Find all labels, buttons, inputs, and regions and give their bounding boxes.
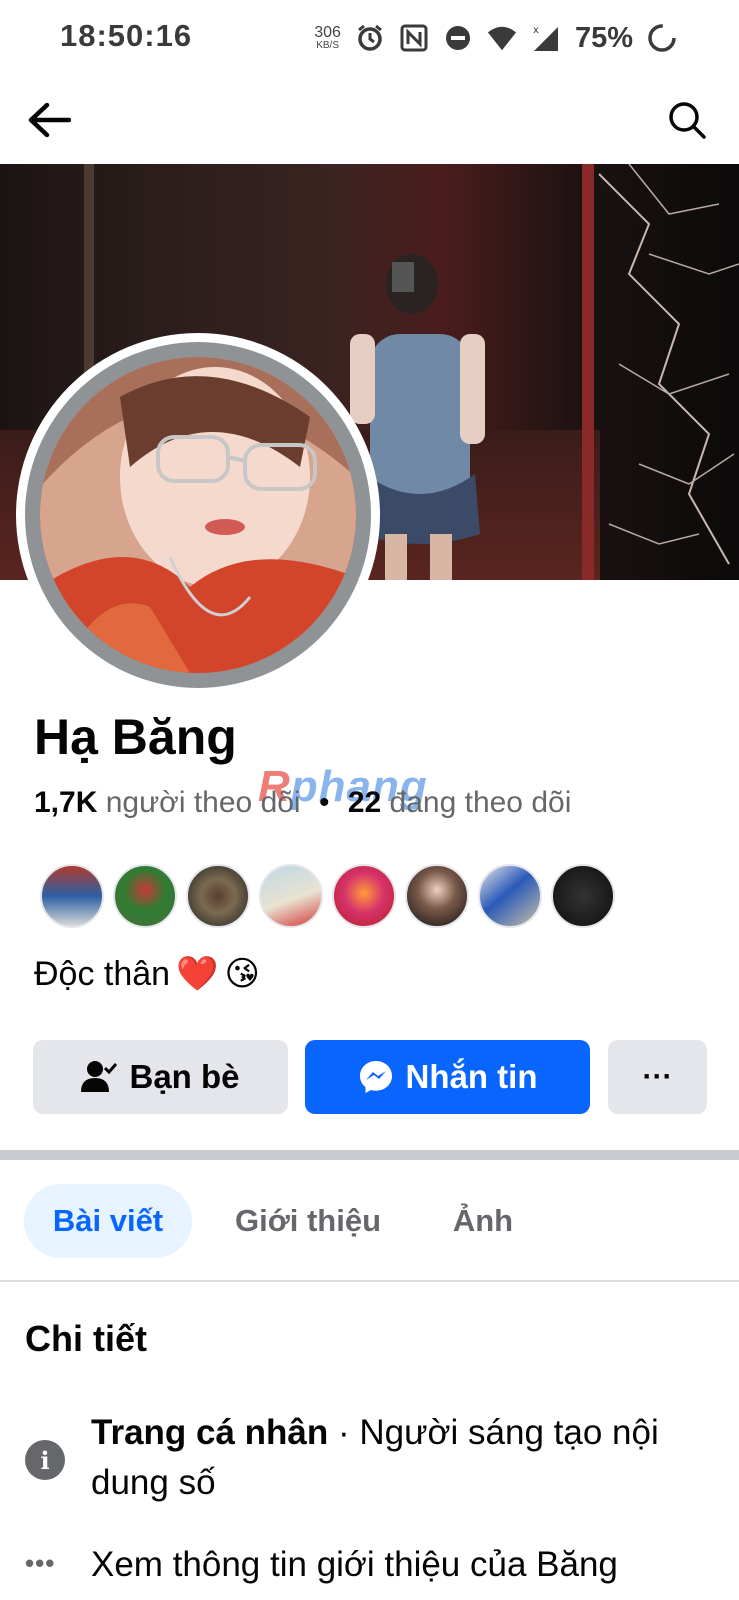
search-icon <box>669 102 706 139</box>
tab-about[interactable]: Giới thiệu <box>218 1184 398 1258</box>
tab-posts[interactable]: Bài viết <box>24 1184 192 1258</box>
battery-icon <box>647 23 677 53</box>
arrow-left-icon <box>28 102 71 138</box>
battery-percent: 75% <box>574 21 633 54</box>
cover-branches <box>598 164 739 565</box>
alarm-icon <box>355 23 385 53</box>
page-type-bold: Trang cá nhân <box>91 1413 329 1452</box>
wifi-icon <box>487 23 517 53</box>
kiss-emoji: 😘 <box>224 955 260 993</box>
more-horizontal-icon: ••• <box>25 1548 56 1578</box>
more-dots-icon: ··· <box>642 1060 673 1093</box>
svg-text:x: x <box>533 25 539 36</box>
cover-pole-left <box>84 164 94 374</box>
do-not-disturb-icon <box>443 23 473 53</box>
message-button-label: Nhắn tin <box>405 1058 538 1095</box>
avatar-illustration <box>40 357 356 673</box>
friend-check-icon <box>81 1061 118 1092</box>
friend-avatar-2[interactable] <box>113 864 177 928</box>
profile-avatar[interactable] <box>16 333 380 697</box>
tab-photos[interactable]: Ảnh <box>438 1184 528 1258</box>
status-bar: 18:50:16 306 KB/S x 75% <box>0 0 739 76</box>
friend-avatar-4[interactable] <box>259 864 323 928</box>
profile-tabs: Bài viết Giới thiệu Ảnh <box>0 1160 739 1280</box>
more-options-button[interactable]: ··· <box>608 1040 707 1114</box>
friends-button-label: Bạn bè <box>129 1058 240 1095</box>
status-icons: 306 KB/S x 75% <box>314 18 677 58</box>
nfc-icon <box>399 23 429 53</box>
heart-emoji: ❤️ <box>176 955 219 993</box>
followers-label: người theo dõi <box>105 786 301 819</box>
following-count: 22 <box>347 786 382 819</box>
status-time: 18:50:16 <box>60 18 193 53</box>
see-about-text: Xem thông tin giới thiệu của Băng <box>91 1545 618 1584</box>
stats-separator: • <box>318 786 330 819</box>
info-icon: i <box>25 1440 65 1480</box>
followers-count: 1,7K <box>34 786 98 819</box>
network-speed-unit: KB/S <box>316 40 339 51</box>
tabs-divider <box>0 1280 739 1282</box>
friends-button[interactable]: Bạn bè <box>33 1040 288 1114</box>
page-type-text: Trang cá nhân · Người sáng tạo nội dung … <box>91 1408 691 1508</box>
friend-avatar-1[interactable] <box>40 864 104 928</box>
top-nav-bar <box>0 76 739 164</box>
search-button[interactable] <box>663 96 711 144</box>
friend-avatar-8[interactable] <box>551 864 615 928</box>
avatar-story-ring <box>25 342 371 688</box>
profile-actions: Bạn bè Nhắn tin ··· <box>33 1040 707 1116</box>
friend-avatar-3[interactable] <box>186 864 250 928</box>
message-button[interactable]: Nhắn tin <box>305 1040 590 1114</box>
avatar-photo <box>40 357 356 673</box>
details-title: Chi tiết <box>25 1318 147 1359</box>
friend-avatar-7[interactable] <box>478 864 542 928</box>
following-label: đang theo dõi <box>389 786 572 819</box>
follow-stats[interactable]: 1,7K người theo dõi • 22 đang theo dõi <box>34 786 571 820</box>
profile-bio: Độc thân ❤️ 😘 <box>34 954 260 994</box>
friend-avatar-5[interactable] <box>332 864 396 928</box>
bio-text: Độc thân <box>34 954 171 993</box>
messenger-icon <box>359 1061 392 1093</box>
network-speed: 306 KB/S <box>314 25 341 51</box>
section-divider <box>0 1150 739 1160</box>
friend-avatar-6[interactable] <box>405 864 469 928</box>
friends-preview[interactable] <box>40 864 615 928</box>
profile-name: Hạ Băng <box>34 709 237 765</box>
back-button[interactable] <box>24 96 74 144</box>
cell-signal-icon: x <box>531 23 561 53</box>
network-speed-value: 306 <box>314 24 341 41</box>
